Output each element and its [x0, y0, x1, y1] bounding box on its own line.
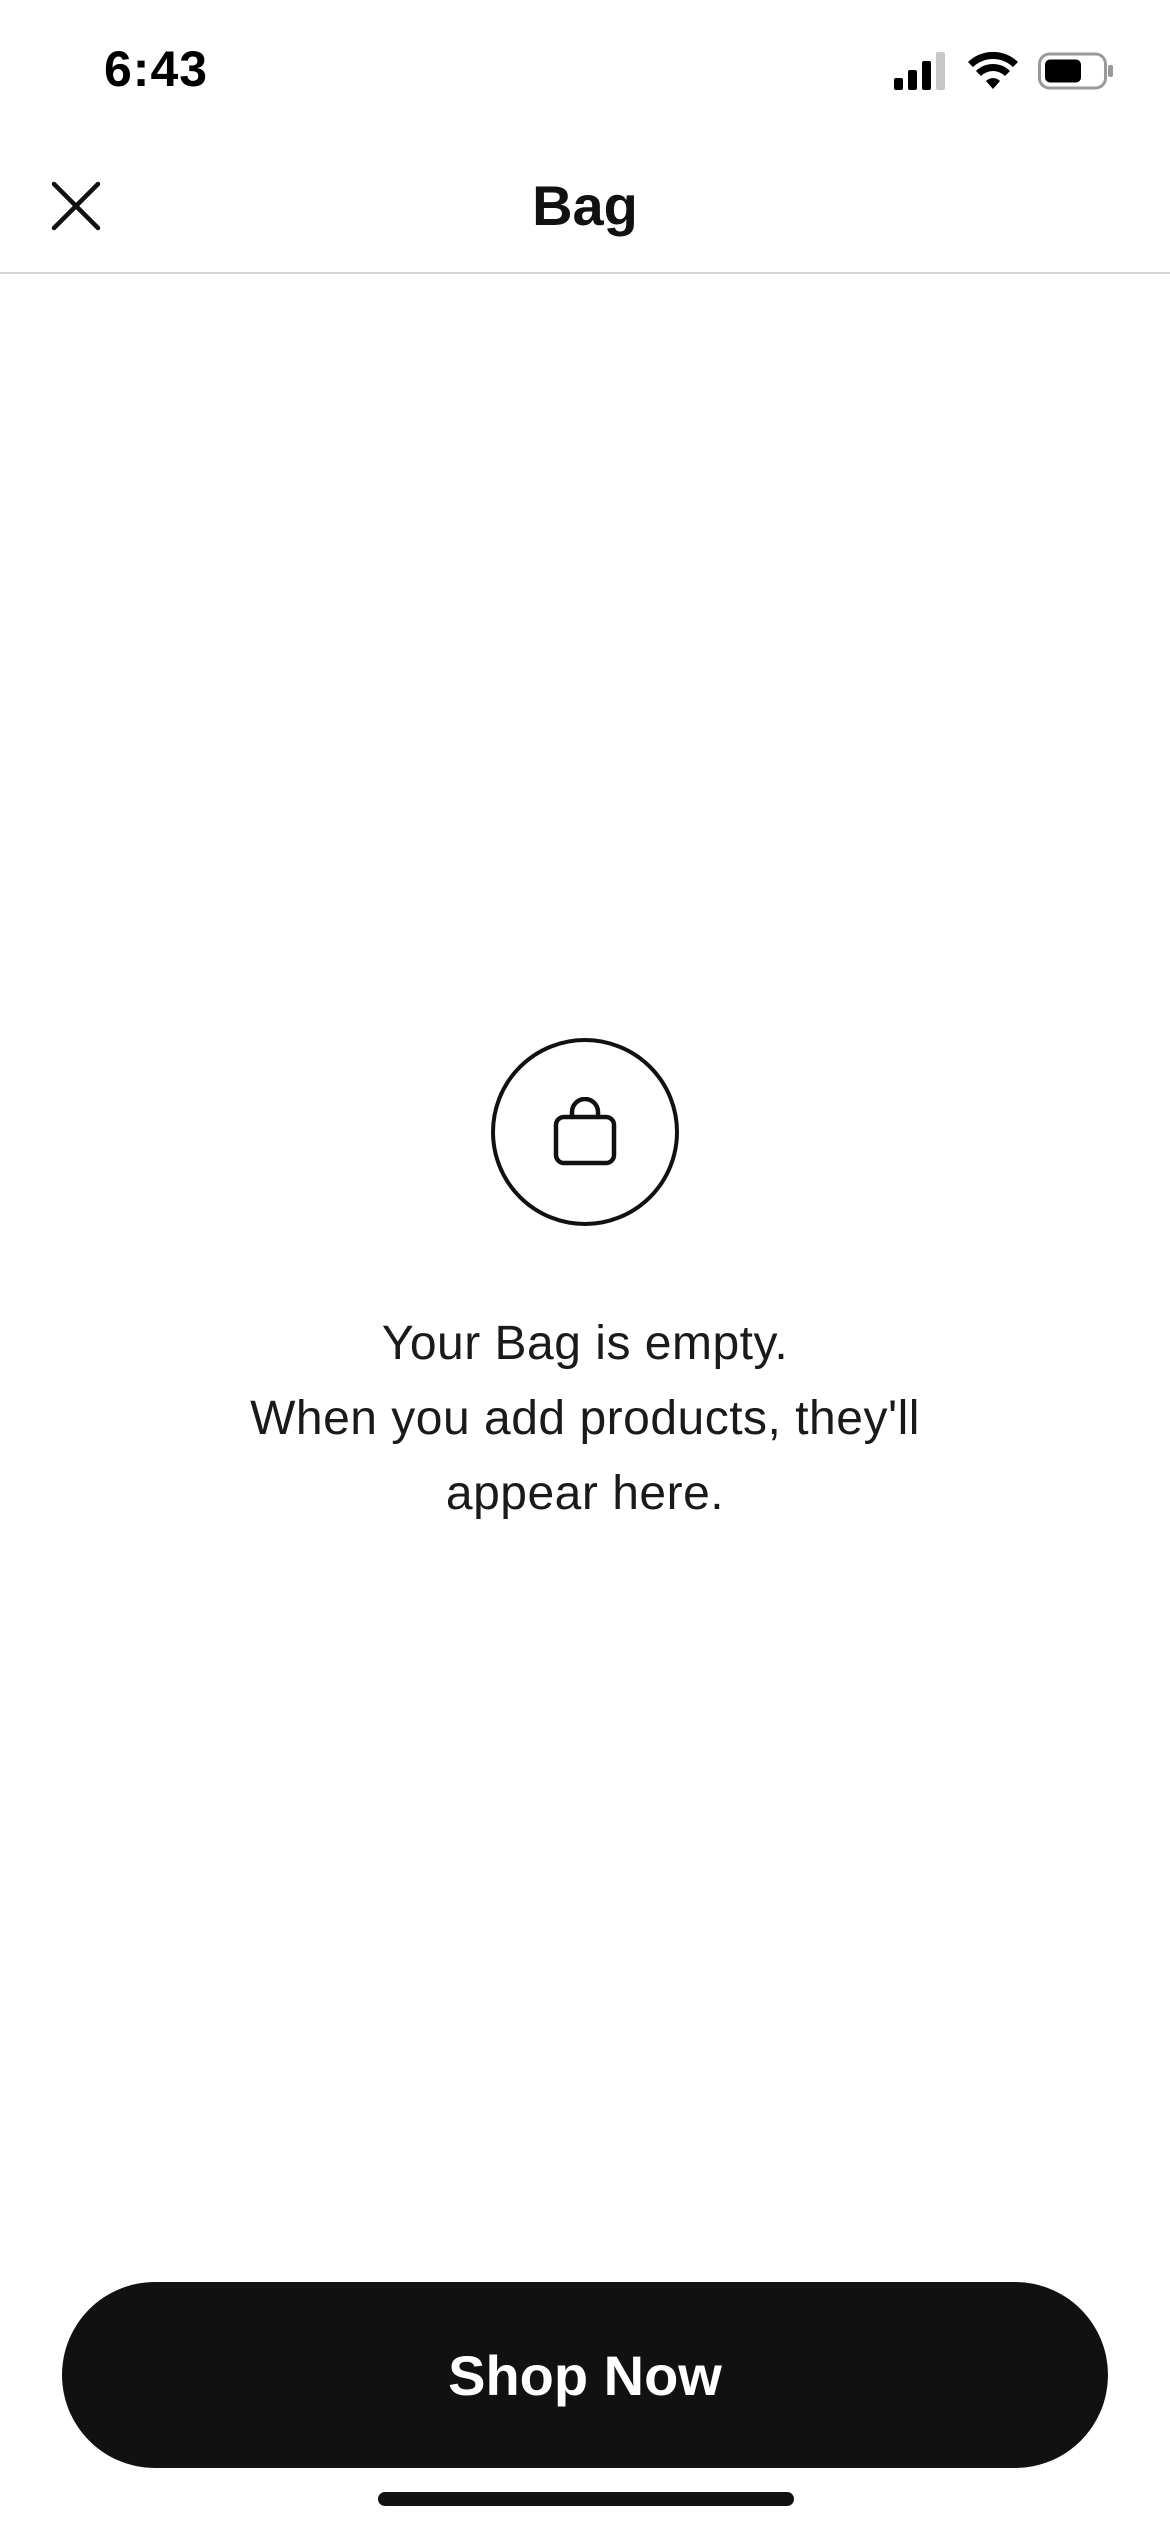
header: Bag — [0, 140, 1170, 274]
empty-bag-state: Your Bag is empty. When you add products… — [0, 1038, 1170, 1531]
page-title: Bag — [532, 174, 638, 237]
home-indicator[interactable] — [378, 2492, 794, 2506]
battery-icon — [1038, 52, 1114, 90]
empty-message-line-1: Your Bag is empty. — [381, 1317, 789, 1370]
bag-icon-circle — [491, 1038, 679, 1226]
shop-now-button[interactable]: Shop Now — [62, 2282, 1108, 2468]
status-icons — [894, 52, 1114, 90]
cellular-signal-icon — [894, 52, 948, 90]
shopping-bag-icon — [553, 1097, 617, 1166]
bag-screen: 6:43 Bag Your Bag is empty. When you add… — [0, 0, 1170, 2532]
empty-bag-message: Your Bag is empty. When you add products… — [185, 1306, 985, 1531]
empty-message-line-3: appear here. — [445, 1467, 725, 1520]
wifi-icon — [968, 52, 1018, 90]
status-time: 6:43 — [104, 41, 209, 97]
empty-message-line-2: When you add products, they'll — [250, 1392, 920, 1445]
status-bar: 6:43 — [0, 0, 1170, 140]
